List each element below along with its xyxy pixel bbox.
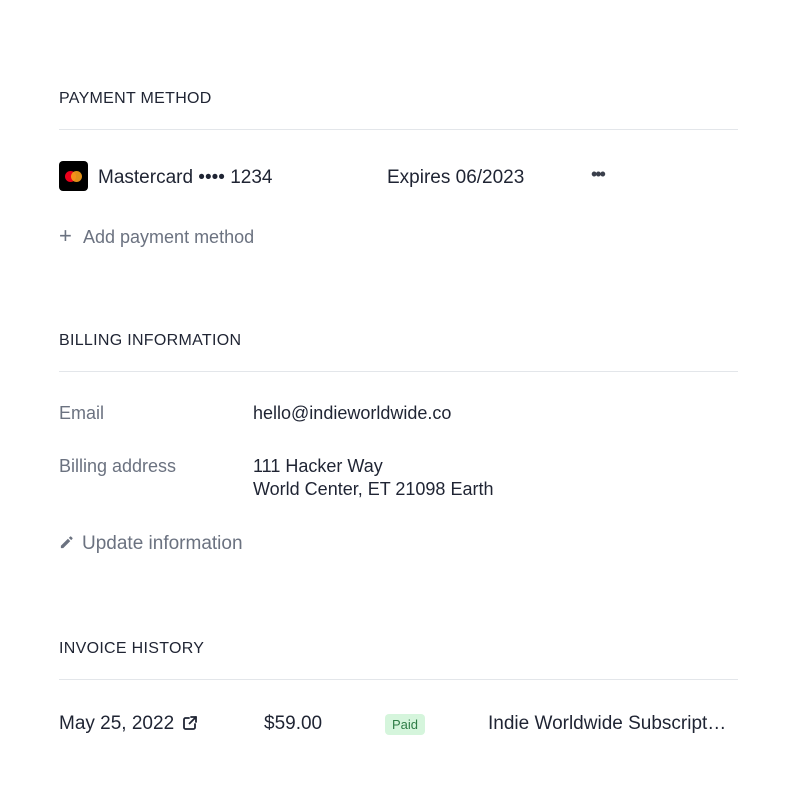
update-information-button[interactable]: Update information [59,533,243,555]
status-badge: Paid [385,714,426,735]
invoice-history-heading: INVOICE HISTORY [59,640,205,657]
payment-method-heading: PAYMENT METHOD [59,90,212,107]
pencil-icon [60,536,73,549]
mastercard-logo-icon [59,161,88,191]
email-label: Email [59,403,105,423]
divider [59,371,738,372]
billing-address-label: Billing address [59,456,177,476]
add-payment-method-button[interactable]: + Add payment method [59,223,255,248]
divider [59,679,738,680]
card-number-label: Mastercard •••• 1234 [98,167,273,188]
invoice-amount: $59.00 [264,713,323,734]
invoice-date-link[interactable]: May 25, 2022 [59,713,198,735]
divider [59,129,738,130]
card-expiry-label: Expires 06/2023 [387,167,525,188]
external-link-icon [183,716,198,730]
billing-information-heading: BILLING INFORMATION [59,332,242,349]
more-options-icon[interactable]: ••• [591,165,609,187]
payment-card-row: Mastercard •••• 1234 Expires 06/2023 ••• [59,161,738,192]
add-payment-method-label: Add payment method [83,227,255,247]
invoice-description: Indie Worldwide Subscript… [488,713,727,734]
billing-address-line1: 111 Hacker Way [253,456,383,476]
update-information-label: Update information [82,533,243,554]
mastercard-circle-orange [71,171,82,182]
invoice-date: May 25, 2022 [59,713,175,734]
plus-icon: + [59,223,72,248]
email-value: hello@indieworldwide.co [253,403,452,423]
billing-address-line2: World Center, ET 21098 Earth [253,479,494,499]
